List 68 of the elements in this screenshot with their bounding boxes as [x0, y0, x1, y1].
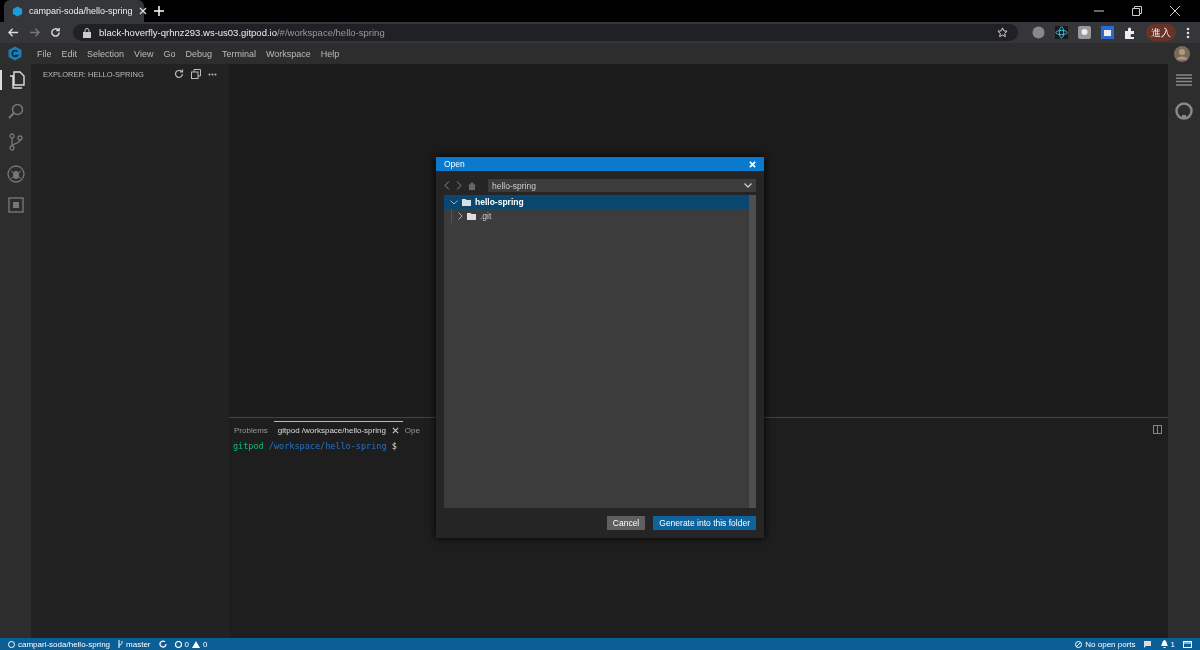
notifications-status[interactable]: 1 [1160, 639, 1175, 649]
error-icon [174, 640, 182, 648]
home-icon[interactable] [468, 181, 476, 190]
more-icon[interactable] [208, 72, 217, 76]
location-select[interactable]: hello-spring [488, 179, 756, 192]
panel-tab[interactable]: Ope [404, 421, 424, 438]
address-bar[interactable]: black-hoverfly-qrhnz293.ws-us03.gitpod.io/#/workspace/hello-spring [73, 24, 1018, 41]
ports-status[interactable]: No open ports [1075, 639, 1136, 649]
star-icon[interactable] [997, 27, 1008, 38]
menu-item[interactable]: Help [315, 48, 345, 59]
browser-tab[interactable]: campari-soda/hello-spring [4, 0, 144, 22]
branch-icon [118, 640, 124, 648]
extension-icon[interactable] [1101, 26, 1114, 39]
generate-button[interactable]: Generate into this folder [653, 516, 756, 530]
panel-icon[interactable] [1183, 640, 1192, 648]
menu-item[interactable]: File [32, 48, 57, 59]
files-icon [8, 71, 25, 89]
restore-icon[interactable] [1132, 6, 1142, 16]
tree-item[interactable]: hello-spring [444, 195, 749, 209]
close-icon[interactable] [1170, 6, 1180, 16]
profile-avatar[interactable]: 進入 [1146, 24, 1176, 41]
menu-item[interactable]: Terminal [216, 48, 261, 59]
logo-icon [8, 46, 22, 61]
split-icon[interactable] [1153, 425, 1162, 434]
more-icon[interactable] [1186, 26, 1190, 39]
menu-item[interactable]: View [129, 48, 159, 59]
warning-icon [191, 640, 200, 648]
new-tab-icon[interactable] [154, 6, 164, 16]
branch-status[interactable]: master [118, 639, 151, 649]
cube-icon [12, 5, 23, 17]
dialog-title: Open [444, 159, 465, 169]
scrollbar[interactable] [749, 195, 756, 508]
bug-icon [6, 165, 25, 183]
cancel-button[interactable]: Cancel [606, 516, 646, 530]
problems-status[interactable]: 0 0 [174, 639, 208, 649]
menu-item[interactable]: Go [158, 48, 181, 59]
atom-icon[interactable] [1055, 26, 1068, 39]
collapse-icon[interactable] [191, 69, 201, 79]
chevron-down-icon [744, 183, 752, 188]
search-icon [7, 103, 24, 119]
menu-item[interactable]: Workspace [261, 48, 316, 59]
reload-icon[interactable] [50, 27, 61, 38]
blocked-icon [1075, 640, 1083, 648]
panel-tab[interactable]: gitpod /workspace/hello-spring [273, 421, 403, 438]
chevron-right-icon [458, 212, 463, 220]
menu-item[interactable]: Selection [82, 48, 130, 59]
refresh-icon[interactable] [174, 69, 184, 79]
tree-item[interactable]: .git [444, 209, 749, 223]
terminal-prompt: gitpod /workspace/hello-spring $ [232, 440, 398, 453]
chat-icon[interactable] [1143, 640, 1153, 648]
menu-item[interactable]: Debug [180, 48, 217, 59]
extension-icon[interactable] [1032, 26, 1045, 39]
panel-tab[interactable]: Problems [234, 421, 272, 438]
branch-icon [7, 133, 24, 151]
extensions-icon [7, 197, 24, 213]
menu-item[interactable]: Edit [56, 48, 83, 59]
user-avatar[interactable] [1174, 45, 1190, 62]
lock-icon [83, 27, 91, 38]
puzzle-icon[interactable] [1124, 26, 1136, 39]
close-icon[interactable] [138, 7, 147, 15]
forward-icon[interactable] [29, 27, 40, 38]
bell-icon [1160, 640, 1168, 648]
sync-icon[interactable] [158, 640, 167, 648]
extension-icon[interactable] [1078, 26, 1091, 39]
repo-status[interactable]: campari-soda/hello-spring [8, 639, 111, 649]
close-icon[interactable] [391, 427, 399, 434]
list-icon[interactable] [1176, 74, 1192, 86]
chevron-down-icon [450, 199, 458, 205]
